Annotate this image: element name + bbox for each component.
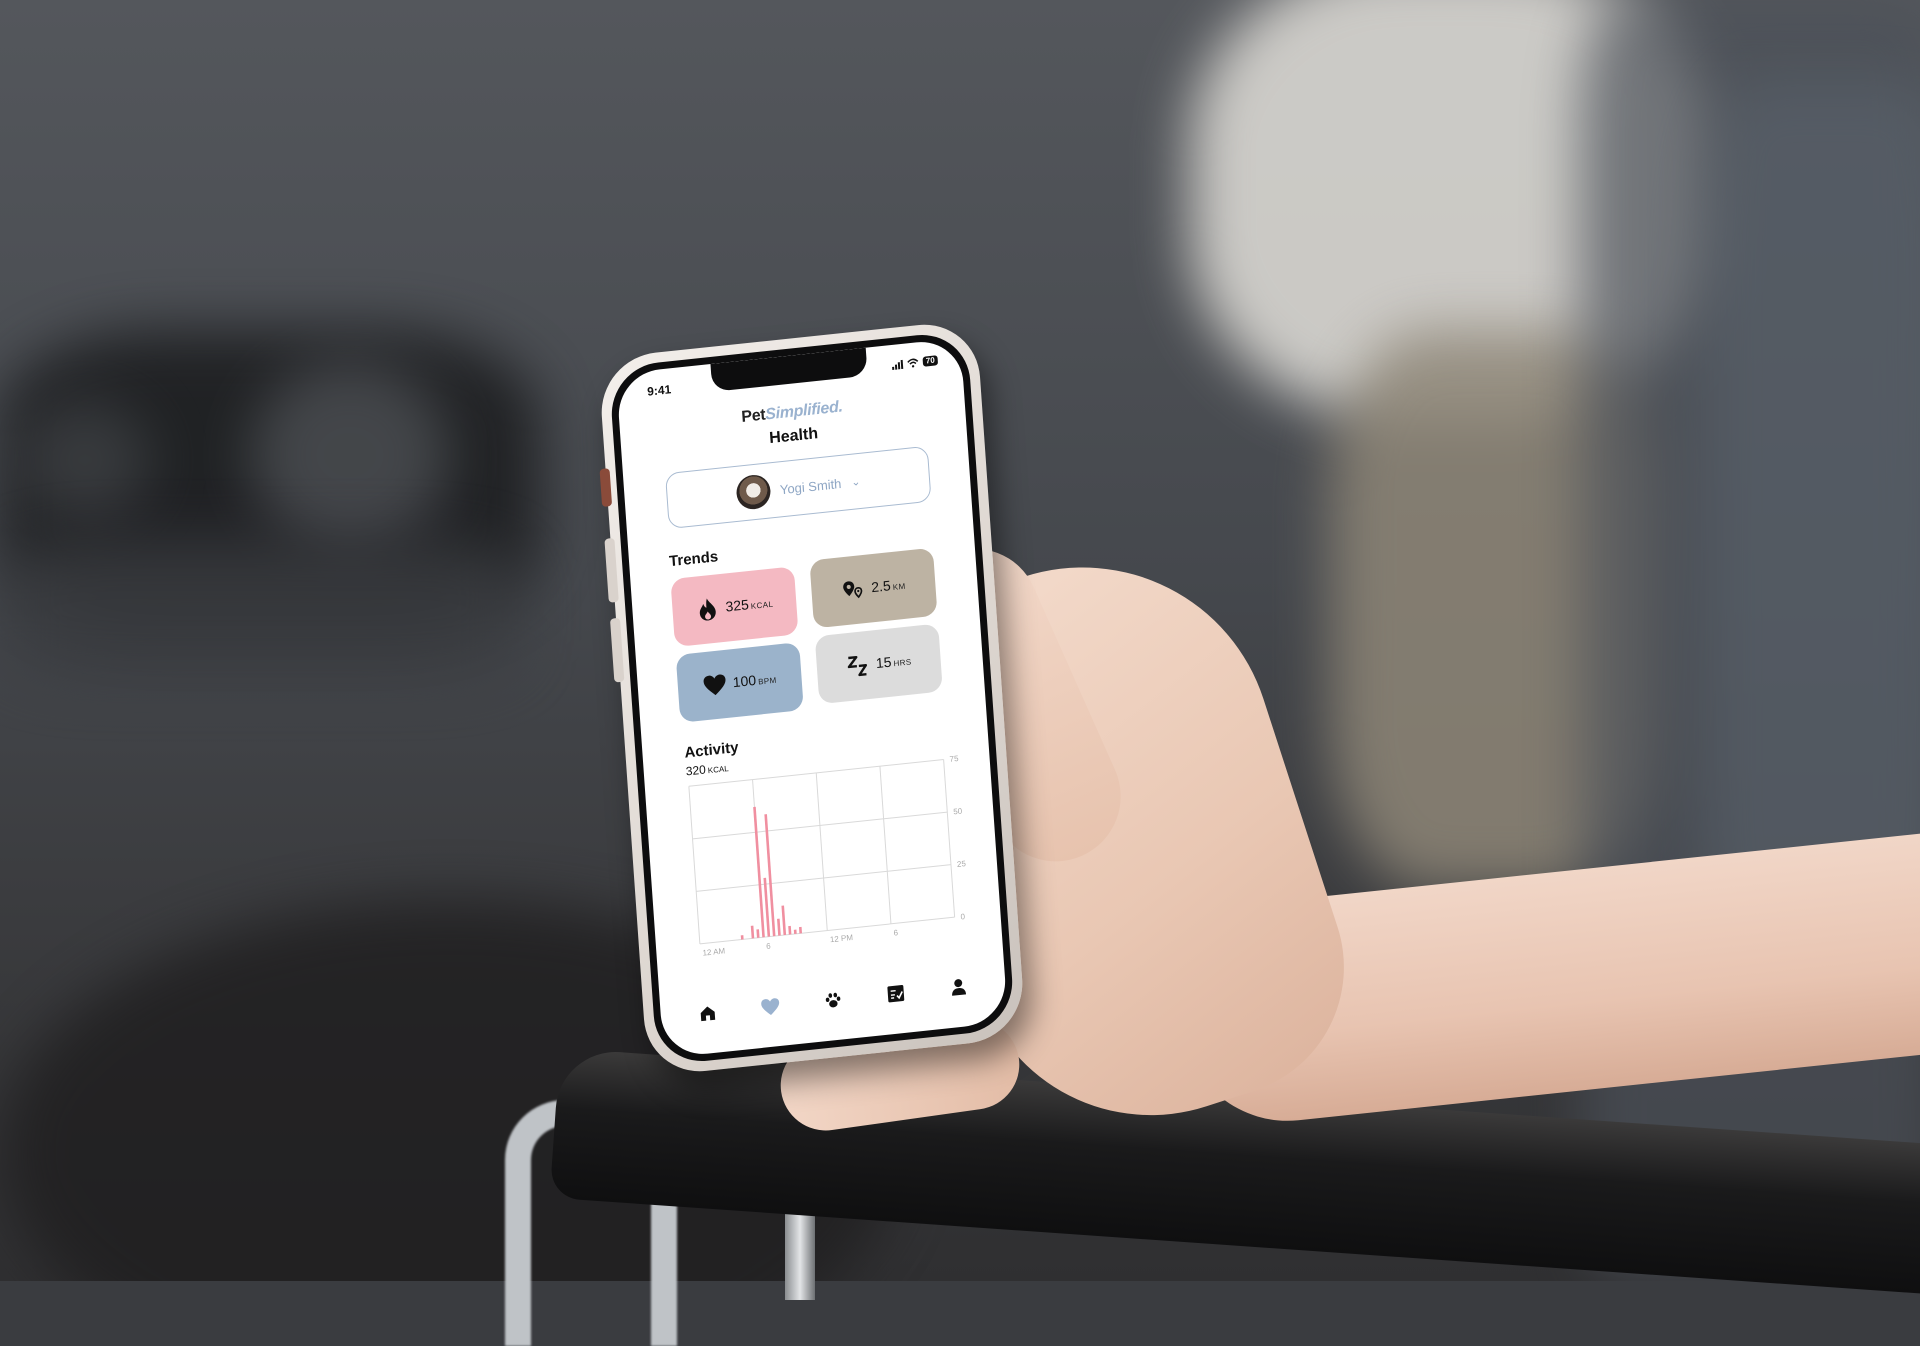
grid-line-vertical bbox=[943, 759, 956, 918]
x-tick-label: 12 PM bbox=[830, 933, 854, 944]
chevron-down-icon: ⌄ bbox=[850, 475, 861, 489]
blurred-sofa-base bbox=[0, 540, 520, 680]
brand-primary: Pet bbox=[740, 406, 766, 426]
x-tick-label: 6 bbox=[893, 928, 899, 937]
activity-bar bbox=[750, 925, 755, 939]
tab-profile[interactable] bbox=[942, 971, 974, 1004]
tab-home[interactable] bbox=[692, 997, 724, 1030]
pet-avatar bbox=[734, 473, 772, 511]
paw-icon bbox=[825, 992, 841, 1008]
x-tick-label: 12 AM bbox=[702, 946, 726, 957]
tab-pets[interactable] bbox=[817, 984, 849, 1017]
activity-total-unit: KCAL bbox=[707, 764, 729, 776]
tab-tasks[interactable] bbox=[880, 977, 912, 1010]
y-tick-label: 0 bbox=[960, 912, 966, 921]
brand-accent: Simplified. bbox=[764, 398, 844, 424]
status-icons: 70 bbox=[892, 355, 939, 370]
profile-icon bbox=[951, 979, 966, 996]
trends-heading: Trends bbox=[668, 548, 719, 571]
battery-icon: 70 bbox=[922, 355, 939, 367]
wifi-icon bbox=[907, 358, 919, 368]
trend-tile-sleep[interactable]: 15HRS bbox=[814, 623, 943, 705]
grid-line-horizontal bbox=[692, 811, 948, 840]
app-screen: 9:41 70 PetSimplified. Health Yogi Smith… bbox=[615, 337, 1009, 1059]
trend-tile-distance[interactable]: 2.5KM bbox=[809, 547, 938, 629]
trend-tile-heart-rate[interactable]: 100BPM bbox=[675, 642, 804, 723]
trend-unit: KM bbox=[892, 581, 906, 592]
activity-heading: Activity bbox=[683, 738, 740, 762]
trend-value: 325 bbox=[724, 596, 750, 615]
pet-selector[interactable]: Yogi Smith ⌄ bbox=[664, 445, 932, 530]
activity-bar bbox=[781, 905, 787, 936]
tab-health[interactable] bbox=[755, 990, 787, 1023]
heart-icon bbox=[761, 998, 780, 1015]
location-pin-icon bbox=[841, 577, 867, 603]
trend-unit: HRS bbox=[893, 657, 912, 669]
grid-line-horizontal bbox=[699, 916, 955, 945]
blurred-cushion bbox=[250, 360, 450, 550]
heart-icon bbox=[702, 672, 728, 698]
flame-icon bbox=[695, 596, 721, 622]
y-tick-label: 75 bbox=[949, 754, 959, 764]
activity-total-value: 320 bbox=[685, 762, 707, 779]
pet-name: Yogi Smith bbox=[779, 475, 842, 497]
activity-bar bbox=[788, 925, 792, 935]
activity-bar bbox=[756, 929, 760, 938]
activity-bar bbox=[764, 814, 776, 937]
activity-bar bbox=[793, 929, 797, 935]
trend-value: 2.5 bbox=[870, 577, 892, 596]
home-icon bbox=[701, 1006, 716, 1022]
phone: 9:41 70 PetSimplified. Health Yogi Smith… bbox=[597, 319, 1027, 1077]
trend-value: 15 bbox=[875, 653, 892, 672]
activity-chart: 75 50 25 0 12 AM 6 12 PM 6 bbox=[688, 754, 967, 958]
grid-line-vertical bbox=[815, 772, 828, 931]
grid-line-vertical bbox=[688, 786, 701, 944]
activity-bar bbox=[740, 935, 744, 940]
grid-line-vertical bbox=[879, 766, 892, 924]
checklist-icon bbox=[887, 985, 905, 1003]
grid-line-horizontal bbox=[696, 864, 951, 892]
trend-unit: BPM bbox=[757, 675, 777, 687]
x-tick-label: 6 bbox=[766, 941, 772, 950]
y-tick-label: 25 bbox=[957, 859, 967, 869]
signal-icon bbox=[892, 359, 904, 370]
y-tick-label: 50 bbox=[953, 806, 963, 816]
activity-bar bbox=[798, 926, 803, 934]
status-time: 9:41 bbox=[646, 382, 672, 399]
activity-bar bbox=[763, 877, 771, 937]
blurred-cushion bbox=[20, 400, 150, 520]
tab-bar bbox=[676, 966, 991, 1035]
activity-bar bbox=[753, 806, 765, 938]
sleep-icon bbox=[845, 653, 871, 679]
activity-bar bbox=[777, 918, 781, 936]
trend-tile-calories[interactable]: 325KCAL bbox=[670, 566, 799, 648]
trend-value: 100 bbox=[732, 671, 757, 691]
trend-unit: KCAL bbox=[750, 599, 774, 611]
